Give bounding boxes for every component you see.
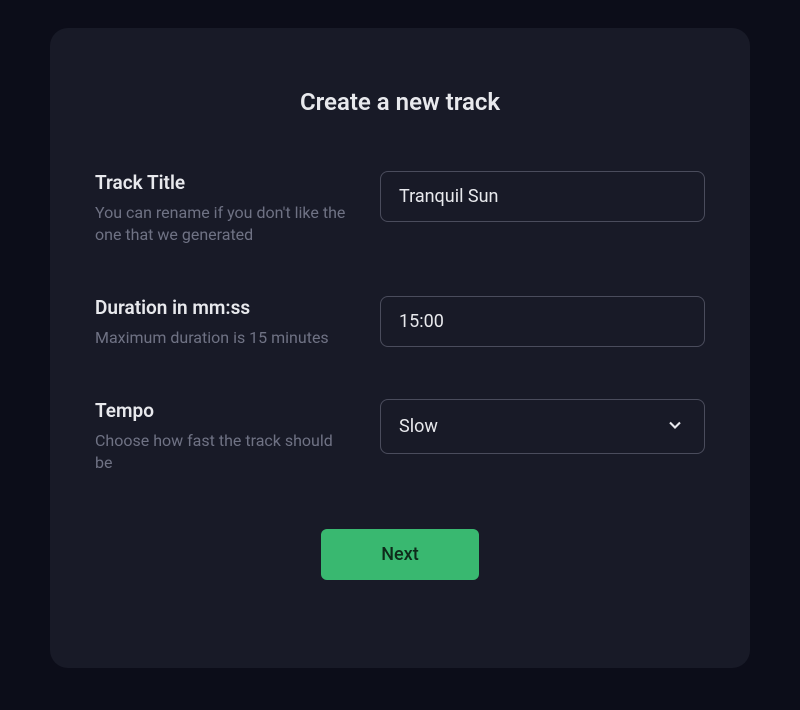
track-title-row: Track Title You can rename if you don't … bbox=[95, 171, 705, 246]
track-title-label: Track Title bbox=[95, 171, 350, 194]
track-title-input-col bbox=[380, 171, 705, 222]
track-title-input[interactable] bbox=[380, 171, 705, 222]
duration-description: Maximum duration is 15 minutes bbox=[95, 327, 350, 349]
tempo-row: Tempo Choose how fast the track should b… bbox=[95, 399, 705, 474]
duration-label-col: Duration in mm:ss Maximum duration is 15… bbox=[95, 296, 380, 349]
duration-input-col bbox=[380, 296, 705, 347]
create-track-modal: Create a new track Track Title You can r… bbox=[50, 28, 750, 668]
duration-row: Duration in mm:ss Maximum duration is 15… bbox=[95, 296, 705, 349]
duration-label: Duration in mm:ss bbox=[95, 296, 350, 319]
modal-title: Create a new track bbox=[95, 88, 705, 116]
tempo-label: Tempo bbox=[95, 399, 350, 422]
next-button[interactable]: Next bbox=[321, 529, 478, 580]
tempo-select-wrapper: Slow bbox=[380, 399, 705, 454]
duration-input[interactable] bbox=[380, 296, 705, 347]
tempo-description: Choose how fast the track should be bbox=[95, 430, 350, 474]
button-row: Next bbox=[95, 529, 705, 580]
tempo-label-col: Tempo Choose how fast the track should b… bbox=[95, 399, 380, 474]
track-title-description: You can rename if you don't like the one… bbox=[95, 202, 350, 246]
tempo-select[interactable]: Slow bbox=[380, 399, 705, 454]
tempo-input-col: Slow bbox=[380, 399, 705, 454]
track-title-label-col: Track Title You can rename if you don't … bbox=[95, 171, 380, 246]
